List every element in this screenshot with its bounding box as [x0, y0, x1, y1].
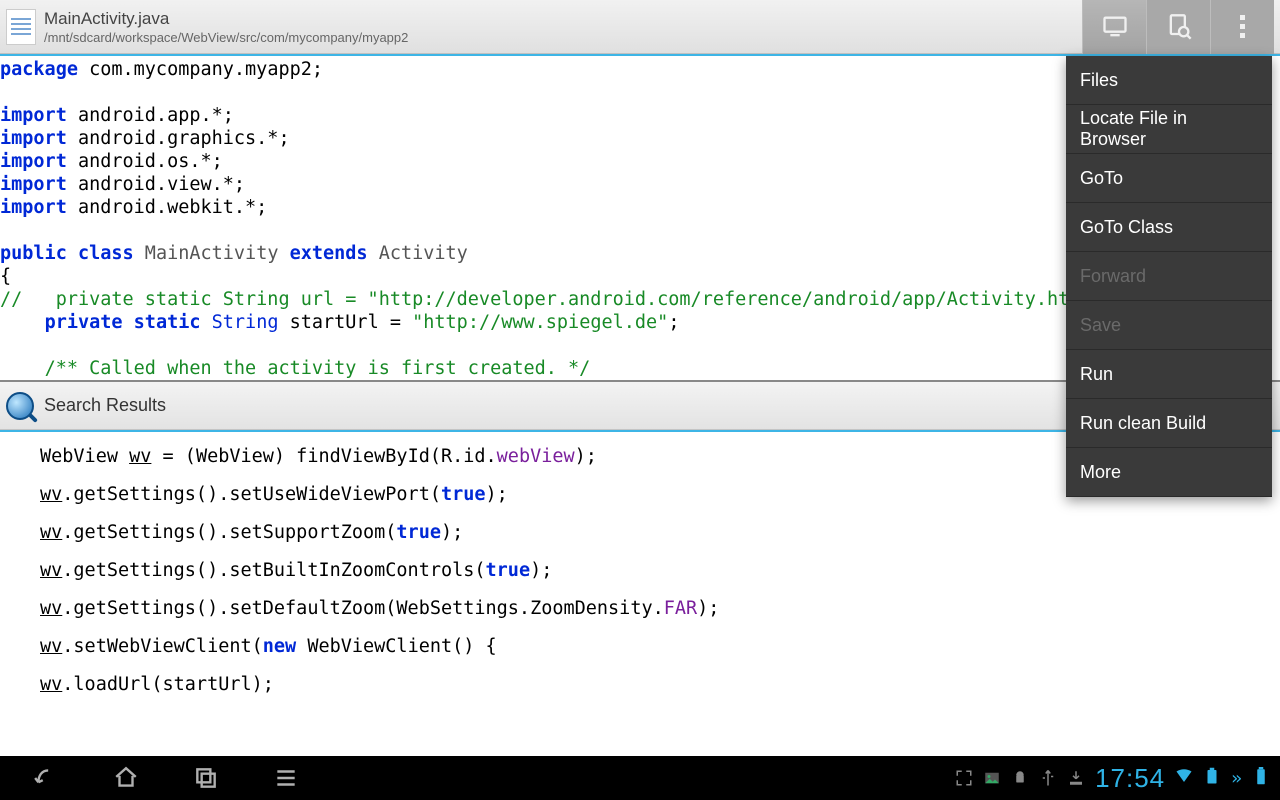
super-name: Activity [368, 243, 468, 264]
class-name: MainActivity [134, 243, 290, 264]
file-icon [6, 9, 36, 45]
menu-item-files[interactable]: Files [1066, 56, 1272, 105]
brace: { [0, 266, 11, 287]
menu-item-more[interactable]: More [1066, 448, 1272, 497]
picture-icon [983, 769, 1001, 787]
search-file-icon [1165, 13, 1193, 41]
back-icon [32, 765, 60, 791]
title-block: MainActivity.java /mnt/sdcard/workspace/… [44, 9, 408, 45]
usb-icon [1039, 769, 1057, 787]
menu-item-run-clean[interactable]: Run clean Build [1066, 399, 1272, 448]
overflow-menu-button[interactable] [1210, 0, 1274, 54]
result-row[interactable]: wv.getSettings().setBuiltInZoomControls(… [0, 552, 1280, 590]
file-path: /mnt/sdcard/workspace/WebView/src/com/my… [44, 30, 408, 45]
import-1: android.graphics.*; [67, 128, 290, 149]
kw-import: import [0, 128, 67, 149]
status-area[interactable]: 17:54 » [955, 763, 1274, 794]
kw-public: public [0, 243, 67, 264]
var-starturl: startUrl = [278, 312, 412, 333]
battery-icon-1 [1203, 767, 1221, 789]
file-name: MainActivity.java [44, 9, 408, 29]
semicolon: ; [668, 312, 679, 333]
menu-item-goto-class[interactable]: GoTo Class [1066, 203, 1272, 252]
monitor-icon [1101, 13, 1129, 41]
comment-url: // private static String url = "http://d… [0, 289, 1092, 310]
menu-item-run[interactable]: Run [1066, 350, 1272, 399]
result-row[interactable]: wv.getSettings().setDefaultZoom(WebSetti… [0, 590, 1280, 628]
result-row[interactable]: wv.loadUrl(startUrl); [0, 666, 1280, 704]
kw-import: import [0, 151, 67, 172]
recent-icon [192, 765, 220, 791]
wifi-icon [1175, 767, 1193, 789]
desktop-mode-button[interactable] [1082, 0, 1146, 54]
import-4: android.webkit.*; [67, 197, 267, 218]
menu-button[interactable] [246, 765, 326, 791]
home-button[interactable] [86, 765, 166, 791]
overflow-menu: Files Locate File in Browser GoTo GoTo C… [1066, 56, 1272, 497]
overflow-icon [1240, 15, 1245, 38]
kw-import: import [0, 197, 67, 218]
result-row[interactable]: wv.setWebViewClient(new WebViewClient() … [0, 628, 1280, 666]
search-results-label: Search Results [44, 395, 166, 416]
menu-icon [272, 765, 300, 791]
download-icon [1067, 769, 1085, 787]
type-string: String [201, 312, 279, 333]
kw-import: import [0, 105, 67, 126]
import-0: android.app.*; [67, 105, 234, 126]
menu-item-goto[interactable]: GoTo [1066, 154, 1272, 203]
import-2: android.os.*; [67, 151, 223, 172]
menu-item-forward: Forward [1066, 252, 1272, 301]
search-icon [6, 392, 34, 420]
kw-import: import [0, 174, 67, 195]
kw-extends: extends [290, 243, 368, 264]
fullscreen-icon [955, 769, 973, 787]
system-nav-bar: 17:54 » [0, 756, 1280, 800]
battery-icon-2 [1252, 767, 1270, 789]
home-icon [112, 765, 140, 791]
import-3: android.view.*; [67, 174, 245, 195]
kw-private: private [45, 312, 123, 333]
menu-item-locate[interactable]: Locate File in Browser [1066, 105, 1272, 154]
comment-javadoc: /** Called when the activity is first cr… [45, 358, 591, 379]
result-row[interactable]: wv.getSettings().setSupportZoom(true); [0, 514, 1280, 552]
title-bar: MainActivity.java /mnt/sdcard/workspace/… [0, 0, 1280, 54]
str-starturl: "http://www.spiegel.de" [412, 312, 668, 333]
search-button[interactable] [1146, 0, 1210, 54]
pkg-name: com.mycompany.myapp2; [78, 59, 323, 80]
clock: 17:54 [1095, 763, 1165, 794]
back-button[interactable] [6, 765, 86, 791]
android-icon [1011, 769, 1029, 787]
recent-apps-button[interactable] [166, 765, 246, 791]
kw-package: package [0, 59, 78, 80]
kw-static: static [134, 312, 201, 333]
menu-item-save: Save [1066, 301, 1272, 350]
toolbar-actions [1082, 0, 1274, 54]
chevron-right-icon: » [1231, 768, 1242, 789]
kw-class: class [78, 243, 134, 264]
